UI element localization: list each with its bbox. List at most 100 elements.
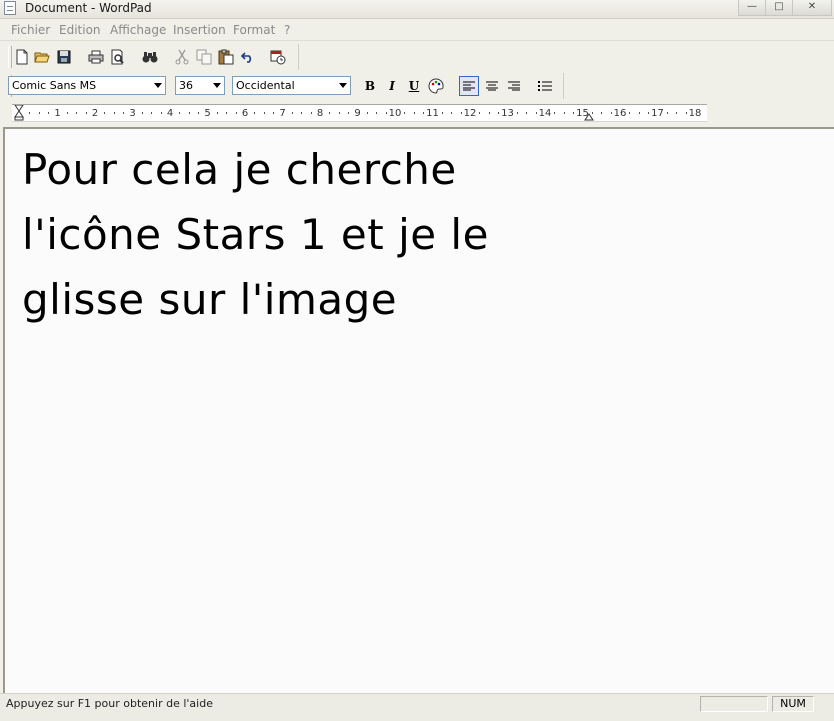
align-center-button[interactable] — [482, 76, 502, 96]
ruler-number: 13 — [501, 108, 514, 119]
ruler-tick — [526, 112, 528, 114]
ruler-tick — [254, 112, 256, 114]
ruler-tick — [451, 112, 453, 114]
ruler[interactable]: 1 2 3 4 5 6 7 8 9 10 11 12 13 14 15 16 17 18 — [12, 104, 707, 122]
ruler-tick — [151, 112, 153, 114]
menu-affichage[interactable]: Affichage — [110, 23, 166, 37]
ruler-tick — [273, 112, 275, 114]
ruler-number: 18 — [688, 108, 702, 119]
document-line[interactable]: glisse sur l'image — [22, 275, 397, 324]
ruler-number: 12 — [463, 108, 477, 119]
ruler-tick — [188, 112, 190, 114]
underline-button[interactable]: U — [404, 76, 424, 96]
window-controls: — □ ✕ — [738, 0, 832, 16]
status-bar: Appuyez sur F1 pour obtenir de l'aide NU… — [0, 693, 834, 721]
document-line[interactable]: l'icône Stars 1 et je le — [22, 210, 489, 259]
title-bar: Document - WordPad — □ ✕ — [0, 0, 834, 19]
menu-format[interactable]: Format — [233, 23, 275, 37]
font-family-value: Comic Sans MS — [12, 79, 97, 92]
ruler-tick — [85, 112, 87, 114]
text-color-palette-icon[interactable] — [426, 76, 446, 96]
ruler-number: 6 — [241, 108, 249, 119]
chevron-down-icon — [154, 83, 162, 88]
copy-icon[interactable] — [194, 47, 214, 67]
format-toolbar: Comic Sans MS 36 Occidental B I U — [8, 73, 564, 99]
ruler-tick — [113, 112, 115, 114]
ruler-number: 9 — [354, 108, 361, 119]
ruler-number: 1 — [54, 108, 61, 119]
new-document-icon[interactable] — [12, 47, 32, 67]
ruler-number: 17 — [651, 108, 664, 119]
align-right-button[interactable] — [504, 76, 524, 96]
bold-button[interactable]: B — [360, 76, 380, 96]
ruler-tick — [591, 112, 593, 114]
undo-arrow-icon[interactable] — [238, 47, 258, 67]
ruler-tick — [460, 112, 462, 114]
document-app-icon[interactable] — [4, 1, 16, 15]
chevron-down-icon — [213, 83, 221, 88]
italic-button[interactable]: I — [382, 76, 402, 96]
ruler-tick — [291, 112, 293, 114]
print-icon[interactable] — [86, 47, 106, 67]
script-select[interactable]: Occidental — [232, 76, 351, 95]
insert-datetime-icon[interactable] — [268, 47, 288, 67]
align-left-button[interactable] — [459, 76, 479, 96]
open-folder-icon[interactable] — [32, 47, 52, 67]
ruler-number: 15 — [576, 108, 589, 119]
ruler-tick — [629, 112, 631, 114]
font-size-value: 36 — [179, 79, 193, 92]
ruler-tick — [235, 112, 237, 114]
find-binoculars-icon[interactable] — [140, 47, 160, 67]
ruler-tick — [104, 112, 106, 114]
paste-clipboard-icon[interactable] — [216, 47, 236, 67]
chevron-down-icon — [339, 83, 347, 88]
save-disk-icon[interactable] — [54, 47, 74, 67]
ruler-tick — [563, 112, 565, 114]
document-line[interactable]: Pour cela je cherche — [22, 145, 457, 194]
ruler-tick — [638, 112, 640, 114]
menu-fichier[interactable]: Fichier — [11, 23, 50, 37]
status-help-text: Appuyez sur F1 pour obtenir de l'aide — [6, 697, 213, 710]
ruler-tick — [310, 112, 312, 114]
document-editor[interactable]: Pour cela je cherche l'icône Stars 1 et … — [3, 127, 834, 693]
ruler-tick — [198, 112, 200, 114]
ruler-tick — [141, 112, 143, 114]
cut-scissors-icon[interactable] — [172, 47, 192, 67]
bullet-list-icon — [538, 81, 552, 91]
ruler-tick — [610, 112, 612, 114]
ruler-tick — [676, 112, 678, 114]
font-family-select[interactable]: Comic Sans MS — [8, 76, 166, 95]
ruler-tick — [160, 112, 162, 114]
ruler-tick — [498, 112, 500, 114]
ruler-tick — [301, 112, 303, 114]
ruler-tick — [338, 112, 340, 114]
ruler-tick — [226, 112, 228, 114]
close-button[interactable]: ✕ — [792, 0, 832, 16]
bullets-button[interactable] — [535, 76, 555, 96]
align-center-icon — [486, 81, 498, 91]
maximize-button[interactable]: □ — [765, 0, 793, 16]
print-preview-icon[interactable] — [108, 47, 128, 67]
menu-insertion[interactable]: Insertion — [173, 23, 226, 37]
ruler-tick — [554, 112, 556, 114]
ruler-number: 4 — [166, 108, 174, 119]
ruler-tick — [488, 112, 490, 114]
ruler-number: 7 — [279, 108, 286, 119]
ruler-tick — [366, 112, 368, 114]
ruler-tick — [385, 112, 387, 114]
menu-edition[interactable]: Edition — [59, 23, 101, 37]
ruler-tick — [263, 112, 265, 114]
ruler-number: 3 — [129, 108, 136, 119]
num-lock-indicator: NUM — [772, 696, 814, 712]
align-right-icon — [508, 81, 520, 91]
ruler-tick — [38, 112, 40, 114]
minimize-button[interactable]: — — [738, 0, 766, 16]
standard-toolbar — [8, 44, 299, 70]
ruler-tick — [48, 112, 50, 114]
ruler-tick — [123, 112, 125, 114]
indent-marker-icon[interactable] — [14, 105, 24, 121]
menu-help[interactable]: ? — [284, 23, 290, 37]
font-size-select[interactable]: 36 — [175, 76, 225, 95]
ruler-tick — [329, 112, 331, 114]
ruler-tick — [348, 112, 350, 114]
